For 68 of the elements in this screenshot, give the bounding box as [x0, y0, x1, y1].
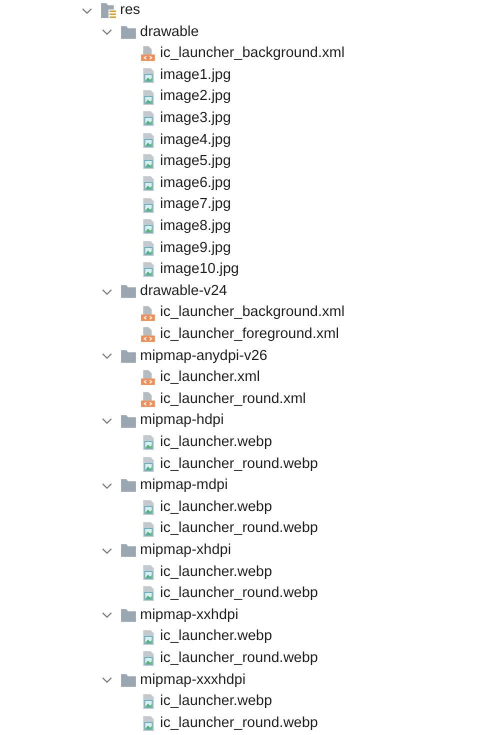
file-label[interactable]: ic_launcher.xml — [160, 369, 260, 387]
image-file-icon — [140, 240, 157, 257]
resources-folder-icon — [100, 2, 117, 20]
file-label[interactable]: ic_launcher.webp — [160, 628, 272, 646]
image-file-icon — [140, 650, 157, 668]
folder-label[interactable]: mipmap-mdpi — [140, 477, 228, 495]
folder-icon — [120, 348, 137, 365]
image-file-icon — [140, 218, 157, 236]
file-label[interactable]: ic_launcher_round.webp — [160, 714, 318, 732]
image-file-icon — [140, 67, 157, 84]
folder-icon — [120, 606, 137, 624]
folder-label[interactable]: drawable — [140, 24, 199, 42]
file-label[interactable]: ic_launcher.webp — [160, 693, 272, 710]
file-label[interactable]: ic_launcher.webp — [160, 498, 272, 516]
image-file-icon — [140, 456, 157, 473]
image-file-icon — [140, 434, 157, 452]
folder-label[interactable]: drawable-v24 — [140, 282, 228, 300]
file-label[interactable]: ic_launcher_round.webp — [160, 585, 318, 603]
file-label[interactable]: image3.jpg — [160, 110, 231, 128]
image-file-icon — [140, 520, 157, 538]
file-label[interactable]: image4.jpg — [160, 132, 231, 150]
file-label[interactable]: image2.jpg — [160, 88, 231, 106]
image-file-icon — [140, 714, 157, 732]
file-label[interactable]: image6.jpg — [160, 174, 231, 192]
image-file-icon — [140, 132, 157, 149]
file-label[interactable]: ic_launcher_foreground.xml — [160, 326, 339, 344]
xml-file-icon — [140, 304, 157, 322]
file-label[interactable]: ic_launcher_background.xml — [160, 45, 345, 63]
folder-icon — [120, 542, 137, 560]
file-label[interactable]: ic_launcher_round.webp — [160, 520, 318, 538]
xml-file-icon — [140, 390, 157, 408]
file-label[interactable]: ic_launcher.webp — [160, 434, 272, 452]
image-file-icon — [140, 261, 157, 278]
image-file-icon — [140, 153, 157, 170]
file-label[interactable]: ic_launcher_background.xml — [160, 304, 345, 322]
folder-icon — [120, 672, 137, 689]
image-file-icon — [140, 498, 157, 516]
image-file-icon — [140, 175, 157, 192]
folder-icon — [120, 24, 137, 41]
image-file-icon — [140, 585, 157, 602]
image-file-icon — [140, 693, 157, 710]
folder-label[interactable]: mipmap-xhdpi — [140, 542, 232, 560]
folder-icon — [120, 283, 137, 300]
file-label[interactable]: image10.jpg — [160, 261, 239, 279]
folder-label[interactable]: res — [120, 2, 140, 20]
folder-label[interactable]: mipmap-anydpi-v26 — [140, 348, 268, 365]
xml-file-icon — [140, 326, 157, 344]
image-file-icon — [140, 564, 157, 581]
file-label[interactable]: image9.jpg — [160, 240, 231, 258]
image-file-icon — [140, 196, 157, 214]
folder-label[interactable]: mipmap-xxhdpi — [140, 606, 238, 624]
file-label[interactable]: image5.jpg — [160, 153, 231, 171]
file-label[interactable]: image8.jpg — [160, 218, 231, 236]
image-file-icon — [140, 628, 157, 646]
file-label[interactable]: ic_launcher_round.webp — [160, 456, 318, 473]
file-label[interactable]: image7.jpg — [160, 196, 231, 214]
folder-icon — [120, 477, 137, 494]
file-label[interactable]: ic_launcher.webp — [160, 564, 272, 581]
folder-label[interactable]: mipmap-hdpi — [140, 412, 224, 430]
file-label[interactable]: image1.jpg — [160, 66, 231, 84]
xml-file-icon — [140, 369, 157, 386]
folder-icon — [120, 412, 137, 430]
xml-file-icon — [140, 45, 157, 62]
file-label[interactable]: ic_launcher_round.webp — [160, 650, 318, 668]
image-file-icon — [140, 110, 157, 128]
folder-label[interactable]: mipmap-xxxhdpi — [140, 672, 246, 689]
file-label[interactable]: ic_launcher_round.xml — [160, 390, 306, 408]
image-file-icon — [140, 88, 157, 106]
